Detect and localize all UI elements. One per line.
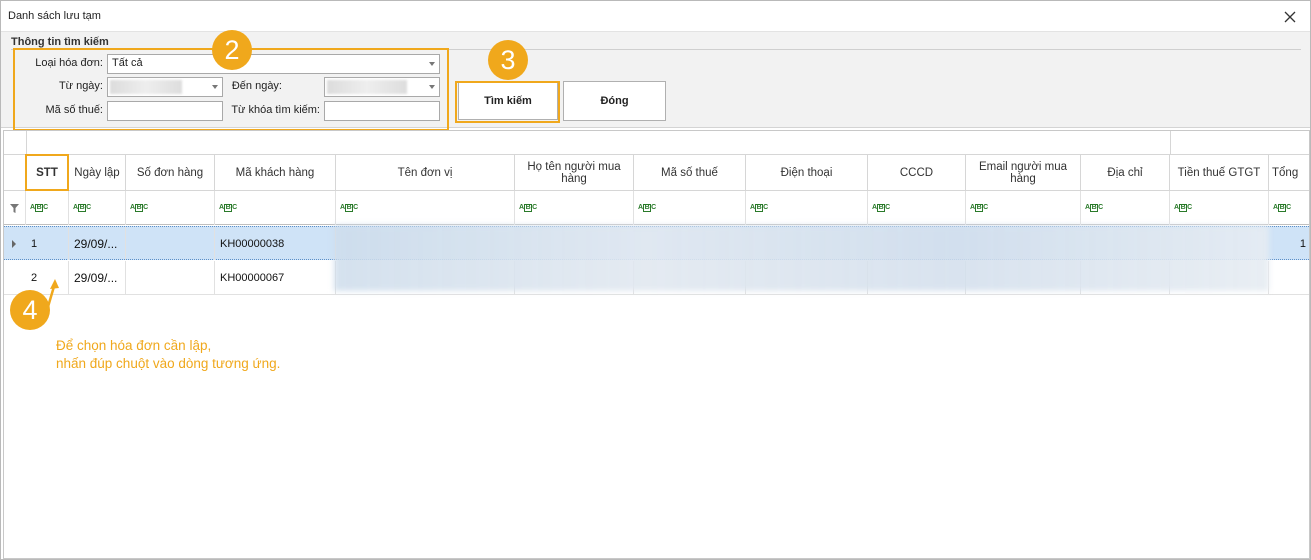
col-header-order-no[interactable]: Số đơn hàng: [126, 155, 215, 191]
dialog-window: Danh sách lưu tạm Thông tin tìm kiếm Loạ…: [0, 0, 1311, 560]
section-divider: [11, 49, 1301, 50]
filter-cell-customer-code[interactable]: ABC: [215, 191, 336, 225]
text-filter-icon: ABC: [130, 204, 148, 212]
band-divider: [1170, 131, 1171, 155]
tax-code-input[interactable]: [107, 101, 223, 121]
title-bar: Danh sách lưu tạm: [1, 1, 1310, 32]
filter-cell-vat[interactable]: ABC: [1170, 191, 1269, 225]
instruction-line-1: Để chọn hóa đơn cần lập,: [56, 338, 212, 353]
instruction-note: Để chọn hóa đơn cần lập, nhấn đúp chuột …: [56, 337, 280, 373]
filter-cell-email[interactable]: ABC: [966, 191, 1081, 225]
step-badge-4: 4: [10, 290, 50, 330]
filter-icon[interactable]: [10, 204, 19, 213]
col-header-buyer-name[interactable]: Họ tên người mua hàng: [515, 155, 634, 191]
text-filter-icon: ABC: [1273, 204, 1291, 212]
keyword-label: Từ khóa tìm kiếm:: [231, 104, 320, 116]
step-badge-2: 2: [212, 30, 252, 70]
filter-cell-unit-name[interactable]: ABC: [336, 191, 515, 225]
col-header-date[interactable]: Ngày lập: [69, 155, 126, 191]
text-filter-icon: ABC: [73, 204, 91, 212]
text-filter-icon: ABC: [519, 204, 537, 212]
col-header-tax-code[interactable]: Mã số thuế: [634, 155, 746, 191]
from-date-value: [110, 80, 182, 94]
cell-order-no: [126, 227, 215, 260]
text-filter-icon: ABC: [30, 204, 48, 212]
col-header-total[interactable]: Tổng: [1269, 155, 1309, 191]
col-header-address[interactable]: Địa chỉ: [1081, 155, 1170, 191]
section-title: Thông tin tìm kiếm: [11, 36, 109, 48]
text-filter-icon: ABC: [1085, 204, 1103, 212]
col-header-customer-code[interactable]: Mã khách hàng: [215, 155, 336, 191]
filter-cell-buyer-name[interactable]: ABC: [515, 191, 634, 225]
auto-filter-row: ABC ABC ABC ABC ABC ABC ABC ABC ABC ABC …: [4, 191, 1309, 225]
filter-cell-order-no[interactable]: ABC: [126, 191, 215, 225]
search-panel: Thông tin tìm kiếm Loại hóa đơn: Tất cả …: [1, 32, 1310, 128]
invoice-type-label: Loại hóa đơn:: [35, 57, 103, 69]
text-filter-icon: ABC: [638, 204, 656, 212]
instruction-line-2: nhấn đúp chuột vào dòng tương ứng.: [56, 356, 281, 371]
filter-icon-cell: [4, 191, 26, 225]
close-icon[interactable]: [1280, 7, 1300, 27]
text-filter-icon: ABC: [219, 204, 237, 212]
tax-code-label: Mã số thuế:: [45, 104, 103, 116]
row-indicator-header: [4, 155, 26, 191]
to-date-picker[interactable]: [324, 77, 440, 97]
text-filter-icon: ABC: [970, 204, 988, 212]
invoice-type-value: Tất cả: [112, 57, 143, 69]
cell-stt: 1: [26, 227, 69, 260]
close-button[interactable]: Đóng: [563, 81, 666, 121]
cell-date: 29/09/...: [69, 261, 126, 294]
col-header-email[interactable]: Email người mua hàng: [966, 155, 1081, 191]
filter-cell-phone[interactable]: ABC: [746, 191, 868, 225]
to-date-label: Đến ngày:: [231, 80, 282, 92]
col-header-unit-name[interactable]: Tên đơn vị: [336, 155, 515, 191]
column-header-row: STT Ngày lập Số đơn hàng Mã khách hàng T…: [4, 155, 1309, 191]
col-header-phone[interactable]: Điện thoại: [746, 155, 868, 191]
col-header-vat[interactable]: Tiền thuế GTGT: [1170, 155, 1269, 191]
text-filter-icon: ABC: [750, 204, 768, 212]
text-filter-icon: ABC: [872, 204, 890, 212]
redacted-region: [334, 225, 1269, 291]
from-date-label: Từ ngày:: [58, 80, 103, 92]
window-title: Danh sách lưu tạm: [8, 10, 101, 22]
filter-cell-id-card[interactable]: ABC: [868, 191, 966, 225]
step-badge-3: 3: [488, 40, 528, 80]
filter-cell-tax-code[interactable]: ABC: [634, 191, 746, 225]
cell-customer-code: KH00000067: [215, 261, 336, 294]
invoice-type-select[interactable]: Tất cả: [107, 54, 440, 74]
band-header: [4, 131, 1309, 155]
row-indicator-icon: [12, 240, 16, 248]
search-button[interactable]: Tìm kiếm: [458, 82, 558, 120]
filter-cell-stt[interactable]: ABC: [26, 191, 69, 225]
chevron-down-icon[interactable]: [429, 62, 435, 66]
col-header-stt[interactable]: STT: [26, 155, 69, 191]
cell-total: 1: [1299, 237, 1306, 250]
chevron-down-icon[interactable]: [212, 85, 218, 89]
cell-date: 29/09/...: [69, 227, 126, 260]
col-header-id-card[interactable]: CCCD: [868, 155, 966, 191]
text-filter-icon: ABC: [1174, 204, 1192, 212]
from-date-picker[interactable]: [107, 77, 223, 97]
text-filter-icon: ABC: [340, 204, 358, 212]
cell-customer-code: KH00000038: [215, 227, 336, 260]
band-divider: [26, 131, 27, 155]
keyword-input[interactable]: [324, 101, 440, 121]
filter-cell-total[interactable]: ABC: [1269, 191, 1309, 225]
cell-order-no: [126, 261, 215, 294]
chevron-down-icon[interactable]: [429, 85, 435, 89]
to-date-value: [327, 80, 407, 94]
filter-cell-address[interactable]: ABC: [1081, 191, 1170, 225]
filter-cell-date[interactable]: ABC: [69, 191, 126, 225]
